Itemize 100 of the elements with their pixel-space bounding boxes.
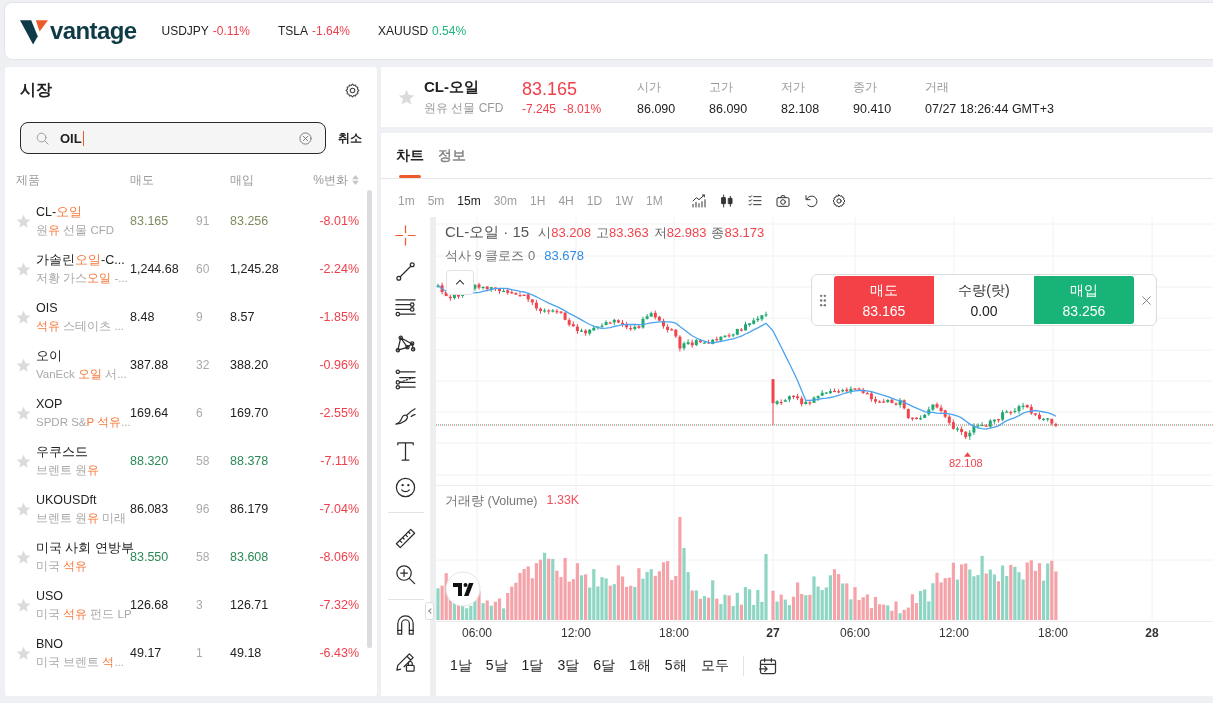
stat-label: 고가 (709, 78, 734, 96)
ask-price: 388.20 (230, 358, 270, 372)
text-tool-icon[interactable] (394, 439, 417, 463)
camera-icon[interactable] (774, 193, 791, 209)
text-cursor-icon (82, 130, 84, 146)
instrument-symbol[interactable]: 가솔린오일-C... (36, 252, 130, 268)
instrument-symbol[interactable]: 우쿠스드 (36, 444, 130, 460)
interval-button[interactable]: 15m (457, 194, 481, 208)
chart-logo-icon[interactable] (445, 571, 481, 607)
spread-value: 32 (196, 358, 211, 372)
range-button[interactable]: 5해 (664, 657, 687, 675)
instrument-symbol[interactable]: XOP (36, 396, 130, 412)
volume-label: 거래량 (Volume) (445, 493, 538, 510)
change-percent: -0.96% (318, 358, 359, 372)
time-axis-label: 18:00 (659, 626, 689, 640)
magnet-icon[interactable] (394, 613, 417, 637)
favorite-star-icon[interactable] (15, 405, 31, 421)
instrument-symbol[interactable]: UKOUSDft (36, 492, 130, 508)
bid-price: 83.165 (130, 214, 170, 228)
ticker-change: -1.64% (312, 24, 351, 38)
instrument-symbol[interactable]: OIS (36, 300, 130, 316)
instrument-symbol[interactable]: USO (36, 588, 130, 604)
candles-icon[interactable] (718, 193, 735, 209)
search-field[interactable]: OIL (20, 122, 326, 154)
change-percent: -8.06% (318, 550, 359, 564)
favorite-star-icon[interactable] (15, 501, 31, 517)
range-button[interactable]: 5날 (485, 657, 508, 675)
ask-price: 83.608 (230, 550, 270, 564)
instrument-symbol[interactable]: BNO (36, 636, 130, 652)
time-axis-label: 27 (766, 626, 780, 640)
change-percent: -7.32% (318, 598, 359, 612)
instrument-symbol[interactable]: CL-오일 (36, 204, 130, 220)
change-percent: -2.24% (318, 262, 359, 276)
favorite-star-icon[interactable] (15, 549, 31, 565)
range-button[interactable]: 1달 (521, 657, 544, 675)
instrument-description: 브렌트 원유 미래 (36, 511, 128, 526)
favorite-star-icon[interactable] (15, 597, 31, 613)
spread-value: 6 (196, 406, 204, 420)
favorite-star-icon[interactable] (398, 88, 415, 106)
calendar-arrow-icon[interactable] (757, 656, 778, 676)
fib-lines-icon[interactable] (394, 367, 417, 391)
instrument-description: 저황 가스오일 -... (36, 271, 129, 286)
settings-icon[interactable] (830, 193, 847, 209)
favorite-star-icon[interactable] (15, 357, 31, 373)
cancel-button[interactable]: 취소 (338, 129, 362, 147)
favorite-star-icon[interactable] (15, 213, 31, 229)
line-tool-icon[interactable] (394, 259, 417, 283)
checklist-icon[interactable] (746, 193, 763, 209)
favorite-star-icon[interactable] (15, 261, 31, 277)
range-button[interactable]: 모두 (700, 657, 729, 675)
range-button[interactable]: 1날 (450, 657, 472, 675)
ruler-icon[interactable] (394, 526, 417, 550)
range-button[interactable]: 3달 (557, 657, 580, 675)
time-axis-label: 18:00 (1038, 626, 1068, 640)
range-button[interactable]: 1해 (629, 657, 651, 675)
column-header: 제품 (16, 172, 40, 187)
bid-price: 8.48 (130, 310, 156, 324)
ask-price: 169.70 (230, 406, 270, 420)
crosshair-icon[interactable] (394, 223, 417, 247)
stat-label: 종가 (853, 78, 878, 96)
indicators-icon[interactable] (690, 193, 707, 209)
zoom-in-icon[interactable] (394, 562, 417, 586)
favorite-star-icon[interactable] (15, 453, 31, 469)
ticker-change: 0.54% (432, 24, 467, 38)
spread-value: 58 (196, 454, 211, 468)
scrollbar[interactable] (367, 190, 372, 648)
spread-value: 60 (196, 262, 211, 276)
smiley-icon[interactable] (394, 475, 417, 499)
instrument-symbol[interactable]: 오이 (36, 348, 130, 364)
favorite-star-icon[interactable] (15, 645, 31, 661)
time-axis-label: 06:00 (840, 626, 870, 640)
stat-value: 07/27 18:26:44 GMT+3 (925, 101, 1054, 116)
ask-price: 49.18 (230, 646, 263, 660)
search-icon (35, 130, 50, 146)
bid-price: 387.88 (130, 358, 170, 372)
spread-value: 1 (196, 646, 204, 660)
collapse-toolbar-button[interactable] (425, 602, 434, 620)
favorite-star-icon[interactable] (15, 309, 31, 325)
tab[interactable]: 차트 (396, 133, 424, 178)
range-button[interactable]: 6달 (593, 657, 615, 675)
bid-price: 88.320 (130, 454, 170, 468)
bid-price: 126.68 (130, 598, 170, 612)
stat-value: 86.090 (709, 101, 749, 116)
clear-icon[interactable] (298, 130, 313, 146)
stat-value: 86.090 (637, 101, 677, 116)
logo-text[interactable]: vantage (50, 17, 137, 45)
column-header: 매입 (230, 172, 254, 187)
volume-value: 1.33K (546, 493, 580, 509)
instrument-description: VanEck 오일 서... (36, 367, 128, 382)
time-axis-label: 12:00 (939, 626, 969, 640)
instrument-description: 원유 선물 CFD (424, 99, 505, 117)
undo-icon[interactable] (802, 193, 819, 209)
panel-title: 시장 (20, 79, 52, 100)
ask-price: 86.179 (230, 502, 270, 516)
stat-value: 90.410 (853, 101, 893, 116)
change-percent: -2.55% (318, 406, 359, 420)
settings-icon[interactable] (344, 81, 361, 99)
ticker-symbol: USDJPY (161, 24, 209, 38)
time-axis-label: 12:00 (561, 626, 591, 640)
ask-price: 88.378 (230, 454, 270, 468)
